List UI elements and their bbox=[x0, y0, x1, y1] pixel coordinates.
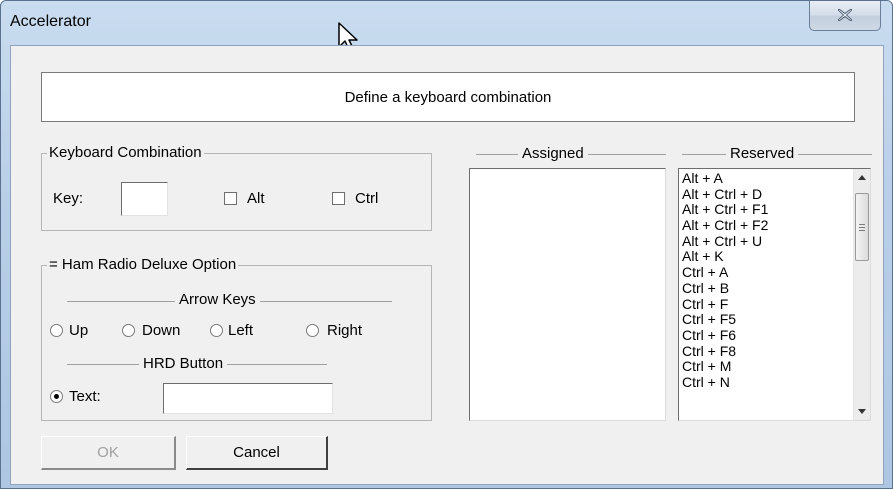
key-input[interactable] bbox=[121, 182, 168, 216]
list-item[interactable]: Alt + K bbox=[682, 249, 768, 265]
list-item[interactable]: Ctrl + M bbox=[682, 359, 768, 375]
close-icon bbox=[838, 9, 852, 21]
alt-checkbox[interactable] bbox=[224, 192, 237, 205]
reserved-scrollbar[interactable] bbox=[853, 169, 870, 420]
radio-left-label: Left bbox=[228, 322, 254, 339]
hrd-button-caption: HRD Button bbox=[139, 355, 228, 373]
hrd-option-group-label: = Ham Radio Deluxe Option bbox=[47, 256, 239, 274]
reserved-list[interactable]: Alt + A Alt + Ctrl + D Alt + Ctrl + F1 A… bbox=[678, 168, 871, 421]
dialog-client-area: Define a keyboard combination Keyboard C… bbox=[10, 45, 884, 485]
key-label: Key: bbox=[53, 190, 84, 207]
banner-text: Define a keyboard combination bbox=[344, 88, 552, 106]
grip-line bbox=[859, 227, 865, 228]
list-item[interactable]: Alt + Ctrl + F1 bbox=[682, 202, 768, 218]
radio-right[interactable] bbox=[306, 324, 319, 337]
assigned-header: Assigned bbox=[518, 145, 588, 163]
keyboard-combination-group: Keyboard Combination Key: Alt Ctrl bbox=[41, 144, 432, 231]
window-title: Accelerator bbox=[10, 13, 91, 30]
scroll-up-arrow-icon bbox=[858, 175, 866, 180]
list-item[interactable]: Ctrl + F6 bbox=[682, 327, 768, 344]
list-item[interactable]: Ctrl + N bbox=[682, 374, 768, 391]
list-item[interactable]: Ctrl + F8 bbox=[682, 343, 768, 360]
radio-down[interactable] bbox=[122, 324, 135, 337]
hrd-option-group: = Ham Radio Deluxe Option Arrow Keys Up … bbox=[41, 256, 432, 421]
hrd-text-input[interactable] bbox=[163, 383, 333, 414]
cancel-button[interactable]: Cancel bbox=[186, 436, 328, 470]
scroll-thumb[interactable] bbox=[855, 193, 869, 261]
instruction-banner: Define a keyboard combination bbox=[41, 72, 855, 122]
list-item[interactable]: Alt + Ctrl + U bbox=[682, 233, 768, 250]
list-item[interactable]: Alt + Ctrl + F2 bbox=[682, 217, 768, 234]
scroll-down-button[interactable] bbox=[854, 403, 870, 420]
list-item[interactable]: Ctrl + F5 bbox=[682, 311, 768, 328]
ok-button[interactable]: OK bbox=[41, 436, 176, 470]
grip-line bbox=[859, 230, 865, 231]
radio-down-label: Down bbox=[142, 322, 181, 339]
radio-right-label: Right bbox=[327, 322, 363, 339]
ctrl-label: Ctrl bbox=[355, 190, 379, 207]
radio-up-label: Up bbox=[69, 322, 89, 339]
list-item[interactable]: Ctrl + B bbox=[682, 280, 768, 297]
scroll-down-arrow-icon bbox=[858, 409, 866, 414]
alt-label: Alt bbox=[247, 190, 265, 207]
keyboard-combination-group-label: Keyboard Combination bbox=[47, 144, 204, 162]
scroll-up-button[interactable] bbox=[854, 169, 870, 186]
ctrl-checkbox[interactable] bbox=[332, 192, 345, 205]
grip-line bbox=[859, 224, 865, 225]
radio-text-label: Text: bbox=[69, 388, 101, 405]
accelerator-window: Accelerator Define a keyboard combinatio… bbox=[0, 0, 893, 489]
title-bar[interactable]: Accelerator bbox=[1, 1, 892, 45]
list-item[interactable]: Ctrl + A bbox=[682, 264, 768, 281]
list-item[interactable]: Alt + Ctrl + D bbox=[682, 186, 768, 203]
list-item[interactable]: Alt + A bbox=[682, 170, 768, 187]
radio-left[interactable] bbox=[210, 324, 223, 337]
radio-text[interactable] bbox=[50, 390, 63, 403]
list-item[interactable]: Ctrl + F bbox=[682, 296, 768, 313]
assigned-list[interactable] bbox=[469, 168, 666, 421]
reserved-header: Reserved bbox=[726, 145, 799, 163]
arrow-keys-caption: Arrow Keys bbox=[175, 291, 260, 309]
reserved-items: Alt + A Alt + Ctrl + D Alt + Ctrl + F1 A… bbox=[682, 170, 768, 391]
close-button[interactable] bbox=[809, 1, 881, 31]
radio-up[interactable] bbox=[50, 324, 63, 337]
